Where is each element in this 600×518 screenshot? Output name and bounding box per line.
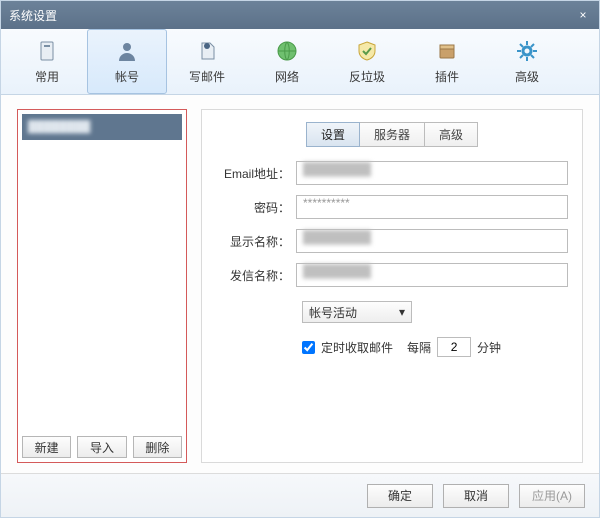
password-input[interactable]: **********: [296, 195, 568, 219]
compose-icon: [194, 38, 220, 64]
network-icon: [274, 38, 300, 64]
row-sender: 发信名称： ████████: [216, 263, 568, 287]
plugin-icon: [434, 38, 460, 64]
row-password: 密码： **********: [216, 195, 568, 219]
tab-network[interactable]: 网络: [247, 29, 327, 94]
interval-input[interactable]: [437, 337, 471, 357]
tab-antispam[interactable]: 反垃圾: [327, 29, 407, 94]
antispam-icon: [354, 38, 380, 64]
window-title: 系统设置: [9, 7, 575, 24]
row-email: Email地址： ████████: [216, 161, 568, 185]
scheduled-checkbox[interactable]: [302, 341, 315, 354]
tab-compose[interactable]: 写邮件: [167, 29, 247, 94]
row-displayname: 显示名称： ████████: [216, 229, 568, 253]
tab-label: 插件: [435, 68, 459, 85]
tab-account[interactable]: 帐号: [87, 29, 167, 94]
subtab-settings[interactable]: 设置: [306, 122, 360, 147]
scheduled-label: 定时收取邮件: [321, 339, 393, 356]
tab-advanced[interactable]: 高级: [487, 29, 567, 94]
email-label: Email地址：: [216, 165, 296, 182]
tab-general[interactable]: 常用: [7, 29, 87, 94]
displayname-input[interactable]: ████████: [296, 229, 568, 253]
tab-label: 高级: [515, 68, 539, 85]
delete-button[interactable]: 删除: [133, 436, 182, 458]
interval-suffix: 分钟: [477, 339, 501, 356]
tab-label: 网络: [275, 68, 299, 85]
chevron-down-icon: ▾: [399, 305, 405, 319]
tab-label: 写邮件: [189, 68, 225, 85]
titlebar: 系统设置 ×: [1, 1, 599, 29]
sender-label: 发信名称：: [216, 267, 296, 284]
row-activity: 帐号活动 ▾: [302, 301, 568, 323]
sender-input[interactable]: ████████: [296, 263, 568, 287]
subtabs: 设置 服务器 高级: [216, 122, 568, 147]
settings-window: 系统设置 × 常用 帐号 写邮件 网络: [0, 0, 600, 518]
select-value: 帐号活动: [309, 304, 357, 321]
account-item[interactable]: ████████: [22, 114, 182, 140]
displayname-label: 显示名称：: [216, 233, 296, 250]
account-sidebar: ████████ 新建 导入 删除: [17, 109, 187, 463]
toolbar: 常用 帐号 写邮件 网络 反垃圾: [1, 29, 599, 95]
apply-button[interactable]: 应用(A): [519, 484, 585, 508]
import-button[interactable]: 导入: [77, 436, 126, 458]
subtab-advanced[interactable]: 高级: [425, 122, 478, 147]
footer: 确定 取消 应用(A): [1, 473, 599, 517]
new-account-button[interactable]: 新建: [22, 436, 71, 458]
sidebar-buttons: 新建 导入 删除: [22, 432, 182, 458]
tab-plugin[interactable]: 插件: [407, 29, 487, 94]
ok-button[interactable]: 确定: [367, 484, 433, 508]
general-icon: [34, 38, 60, 64]
tab-label: 帐号: [115, 68, 139, 85]
gear-icon: [514, 38, 540, 64]
account-detail-pane: 设置 服务器 高级 Email地址： ████████ 密码： ********…: [201, 109, 583, 463]
interval-prefix: 每隔: [407, 339, 431, 356]
row-scheduled: 定时收取邮件 每隔 分钟: [302, 337, 568, 357]
tab-label: 反垃圾: [349, 68, 385, 85]
subtab-server[interactable]: 服务器: [360, 122, 425, 147]
cancel-button[interactable]: 取消: [443, 484, 509, 508]
email-input[interactable]: ████████: [296, 161, 568, 185]
account-icon: [114, 38, 140, 64]
content-area: ████████ 新建 导入 删除 设置 服务器 高级 Email地址： ███…: [1, 95, 599, 473]
activity-select[interactable]: 帐号活动 ▾: [302, 301, 412, 323]
tab-label: 常用: [35, 68, 59, 85]
close-icon[interactable]: ×: [575, 8, 591, 22]
password-label: 密码：: [216, 199, 296, 216]
account-name: ████████: [28, 121, 90, 133]
account-list: ████████: [22, 114, 182, 432]
